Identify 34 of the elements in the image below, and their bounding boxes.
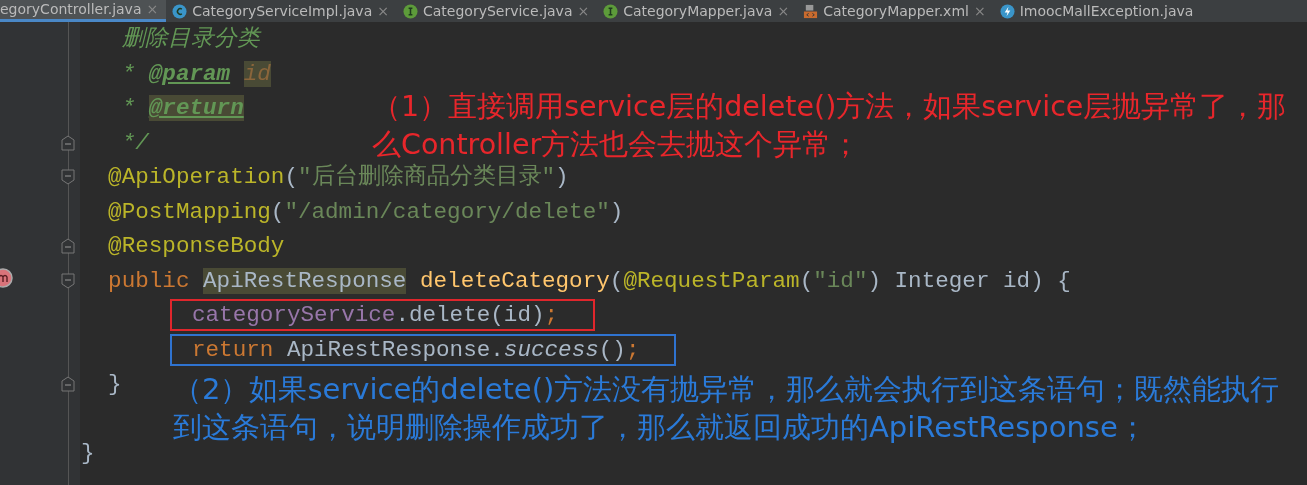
- interface-icon: [603, 3, 619, 19]
- close-icon[interactable]: ×: [777, 0, 790, 22]
- xml-file-icon: [803, 3, 819, 19]
- code-line: }: [107, 370, 122, 399]
- code-line: categoryService.delete(id);: [192, 301, 559, 330]
- annotation-text: （1）直接调用service层的delete()方法，如果service层抛异常了，那 么Controller方法也会去抛这个异常；: [372, 89, 1287, 163]
- editor-tab[interactable]: CategoryService.java ×: [397, 0, 598, 22]
- code-line: }: [81, 439, 95, 468]
- code-line: public ApiRestResponse deleteCategory(@RequestParam("id") Integer id) {: [107, 266, 1071, 296]
- class-icon: [172, 3, 188, 19]
- fold-icon[interactable]: [61, 134, 75, 151]
- editor-tab[interactable]: CategoryMapper.java ×: [597, 0, 798, 22]
- close-icon[interactable]: ×: [146, 0, 159, 20]
- code-line: @PostMapping("/admin/category/delete"): [107, 197, 624, 227]
- code-line: */: [120, 128, 149, 158]
- fold-icon[interactable]: [61, 169, 75, 186]
- code-line: @ResponseBody: [107, 232, 285, 261]
- close-icon[interactable]: ×: [577, 0, 590, 22]
- editor-tab[interactable]: CategoryServiceImpl.java ×: [166, 0, 397, 22]
- code-line: * @param id: [120, 59, 271, 89]
- fold-icon[interactable]: [61, 238, 75, 255]
- code-line: 删除目录分类: [120, 25, 260, 54]
- annotation-text: （2）如果service的delete()方法没有抛异常，那么就会执行到这条语句；既然能执行 到这条语句，说明删除操作成功了，那么就返回成功的ApiRestResponse；: [173, 371, 1280, 446]
- editor-tab[interactable]: CategoryMapper.xml ×: [797, 0, 994, 22]
- interface-icon: [403, 3, 418, 19]
- fold-icon[interactable]: [61, 376, 75, 393]
- lightning-icon: [999, 3, 1015, 19]
- close-icon[interactable]: ×: [973, 0, 986, 22]
- editor-tab[interactable]: ImoocMallException.java: [993, 0, 1202, 22]
- editor-tab[interactable]: egoryController.java ×: [0, 0, 167, 22]
- code-line: return ApiRestResponse.success();: [192, 335, 640, 364]
- code-line: @ApiOperation("后台删除商品分类目录"): [107, 162, 569, 192]
- close-icon[interactable]: ×: [377, 0, 389, 22]
- fold-icon[interactable]: [61, 272, 75, 289]
